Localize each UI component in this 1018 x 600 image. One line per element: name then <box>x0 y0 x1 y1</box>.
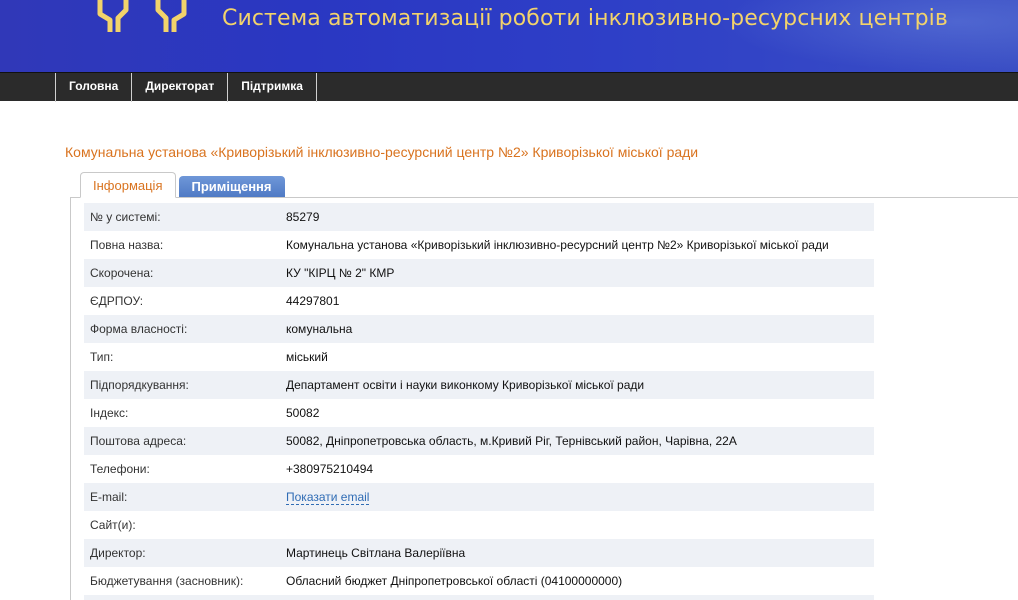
row-label: Скорочена: <box>84 259 286 287</box>
row-value: 85279 <box>286 203 874 231</box>
row-value <box>286 511 874 539</box>
row-label: E-mail: <box>84 483 286 511</box>
nav-item-home[interactable]: Головна <box>55 73 133 102</box>
row-label: Форма власності: <box>84 315 286 343</box>
table-row <box>84 595 874 600</box>
row-value: комунальна <box>286 315 874 343</box>
row-value: міський <box>286 343 874 371</box>
nav-item-support[interactable]: Підтримка <box>227 73 317 102</box>
row-value: Мартинець Світлана Валеріївна <box>286 539 874 567</box>
row-value: Обласний бюджет Дніпропетровської област… <box>286 567 874 595</box>
row-label: Повна назва: <box>84 231 286 259</box>
row-value: Комунальна установа «Криворізький інклюз… <box>286 231 874 259</box>
nav-item-directorate[interactable]: Директорат <box>131 73 229 102</box>
row-label: Директор: <box>84 539 286 567</box>
page-title: Комунальна установа «Криворізький інклюз… <box>65 144 699 160</box>
row-value: КУ "КІРЦ № 2" КМР <box>286 259 874 287</box>
header-banner: Система автоматизації роботи інклюзивно-… <box>0 0 1018 72</box>
info-panel: № у системі: 85279 Повна назва: Комуналь… <box>70 197 1018 600</box>
info-table: № у системі: 85279 Повна назва: Комуналь… <box>84 203 874 600</box>
row-label: Поштова адреса: <box>84 427 286 455</box>
main-nav: Головна Директорат Підтримка <box>0 72 1018 102</box>
table-row: Сайт(и): <box>84 511 874 539</box>
table-row: E-mail: Показати email <box>84 483 874 511</box>
row-label: Підпорядкування: <box>84 371 286 399</box>
table-row: Форма власності: комунальна <box>84 315 874 343</box>
table-row: Повна назва: Комунальна установа «Кривор… <box>84 231 874 259</box>
show-email-link[interactable]: Показати email <box>286 490 370 505</box>
pillars-logo-icon[interactable] <box>96 0 192 32</box>
row-value: 50082 <box>286 399 874 427</box>
row-label: Бюджетування (засновник): <box>84 567 286 595</box>
table-row: Індекс: 50082 <box>84 399 874 427</box>
table-row: № у системі: 85279 <box>84 203 874 231</box>
row-value <box>286 595 874 600</box>
table-row: Тип: міський <box>84 343 874 371</box>
tab-premises[interactable]: Приміщення <box>178 176 285 198</box>
table-row: Директор: Мартинець Світлана Валеріївна <box>84 539 874 567</box>
row-label: ЄДРПОУ: <box>84 287 286 315</box>
table-row: Бюджетування (засновник): Обласний бюдже… <box>84 567 874 595</box>
row-label <box>84 595 286 600</box>
row-label: № у системі: <box>84 203 286 231</box>
row-value: 50082, Дніпропетровська область, м.Криви… <box>286 427 874 455</box>
table-row: Телефони: +380975210494 <box>84 455 874 483</box>
row-label: Тип: <box>84 343 286 371</box>
tab-bar: Інформація Приміщення <box>80 172 285 198</box>
table-row: ЄДРПОУ: 44297801 <box>84 287 874 315</box>
row-value: +380975210494 <box>286 455 874 483</box>
table-row: Поштова адреса: 50082, Дніпропетровська … <box>84 427 874 455</box>
table-row: Підпорядкування: Департамент освіти і на… <box>84 371 874 399</box>
row-value: 44297801 <box>286 287 874 315</box>
row-value: Департамент освіти і науки виконкому Кри… <box>286 371 874 399</box>
site-title: Система автоматизації роботи інклюзивно-… <box>222 6 948 31</box>
row-label: Телефони: <box>84 455 286 483</box>
row-value: Показати email <box>286 483 874 511</box>
tab-information[interactable]: Інформація <box>80 172 176 198</box>
row-label: Індекс: <box>84 399 286 427</box>
row-label: Сайт(и): <box>84 511 286 539</box>
table-row: Скорочена: КУ "КІРЦ № 2" КМР <box>84 259 874 287</box>
